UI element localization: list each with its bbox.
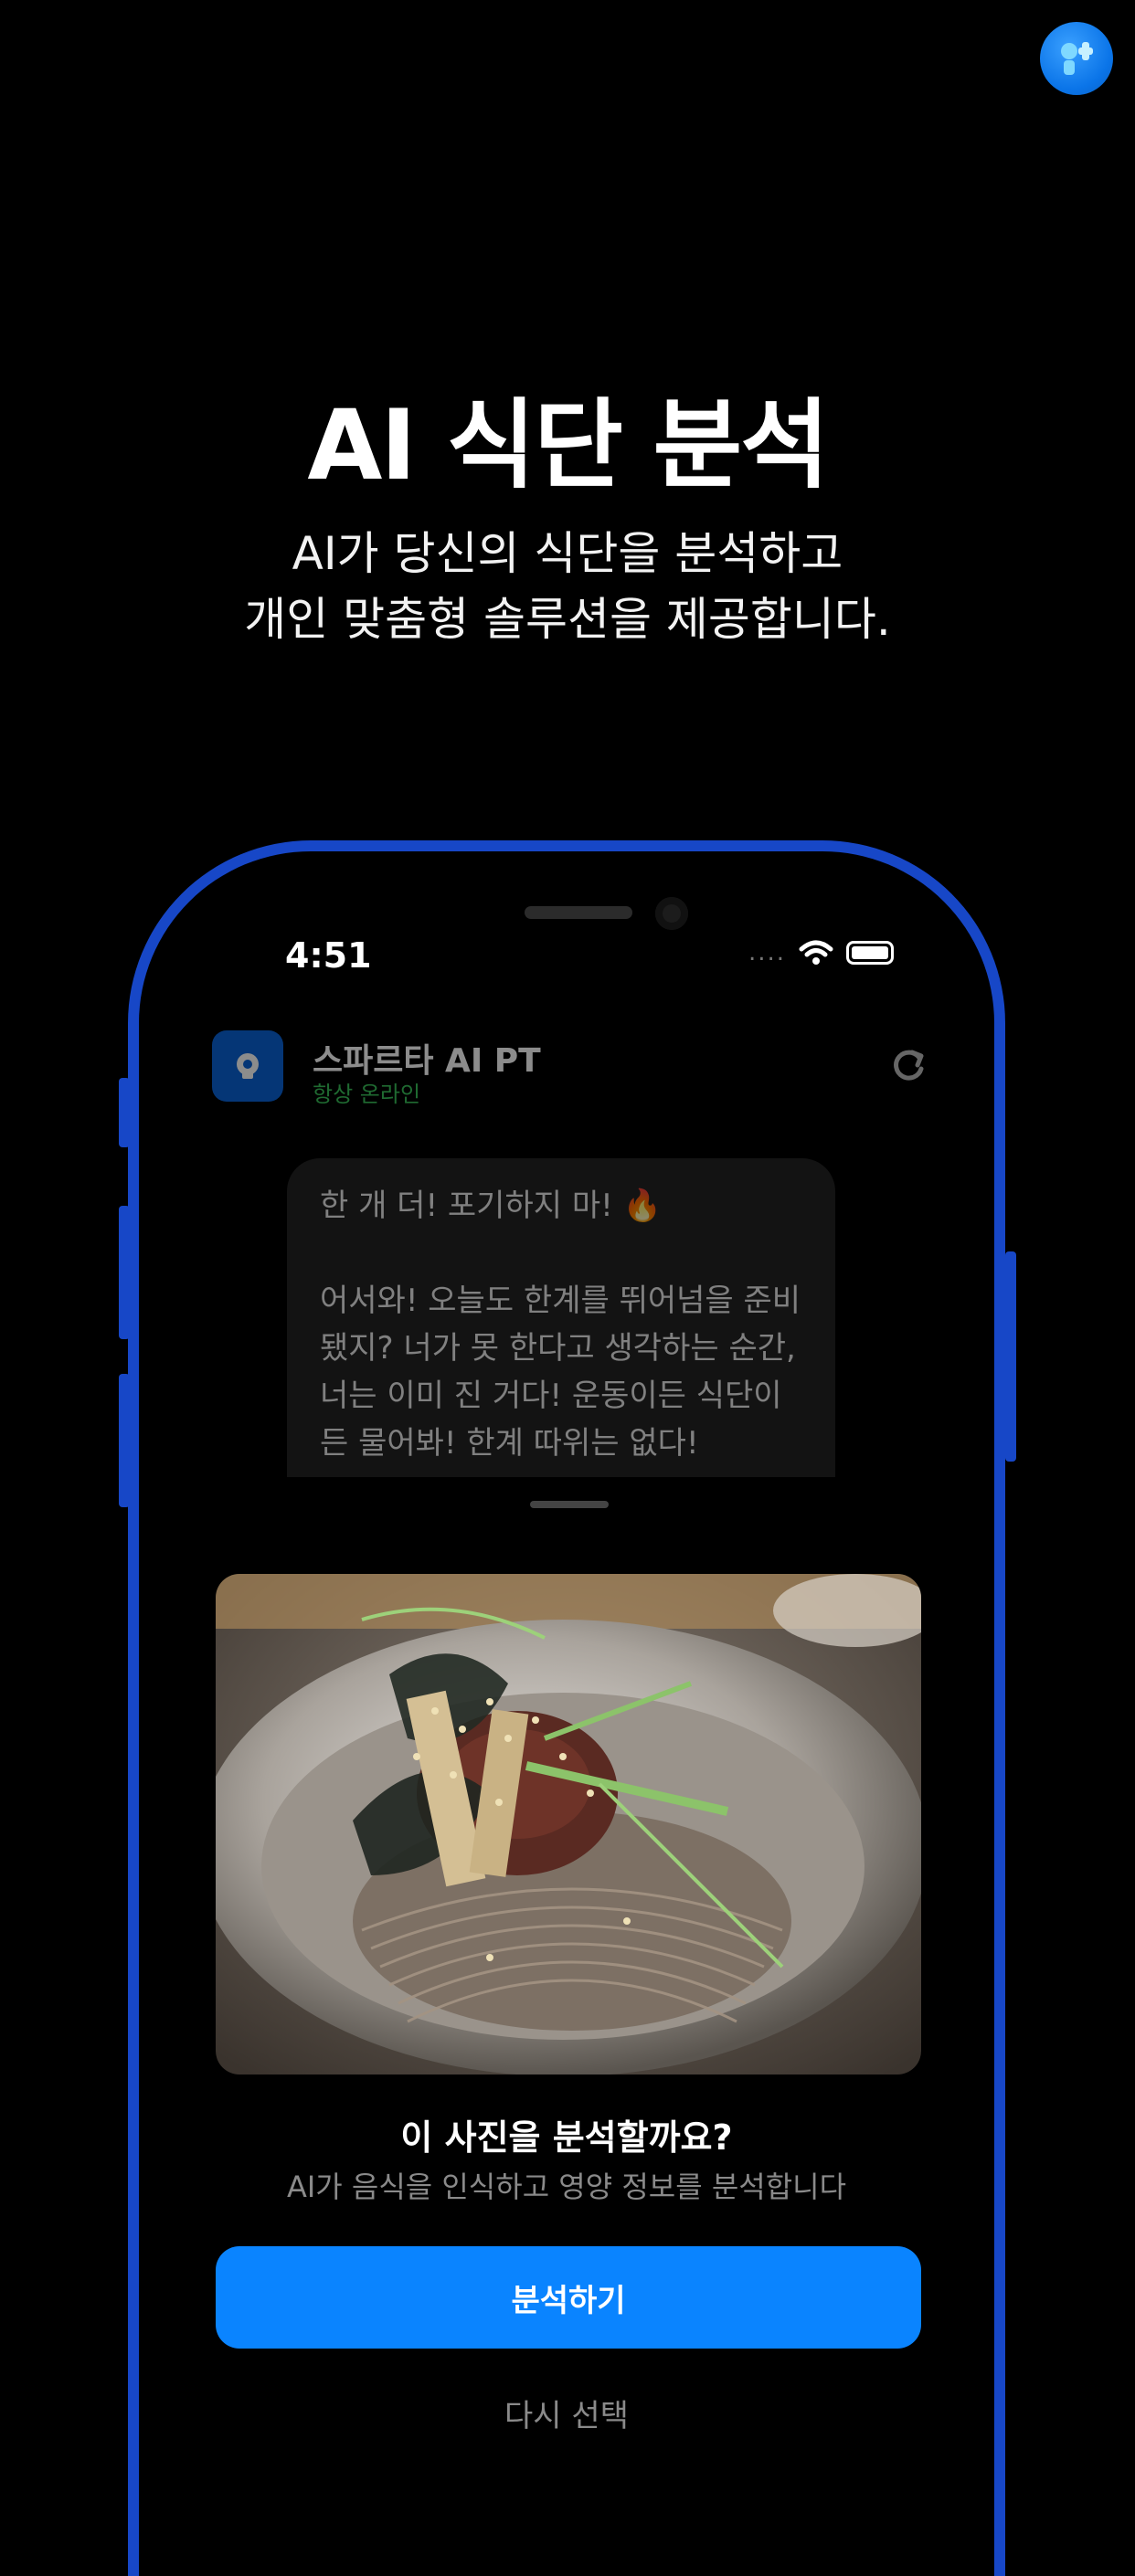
analyze-button[interactable]: 분석하기: [216, 2246, 921, 2349]
signal-icon: ....: [748, 939, 786, 966]
wifi-icon: [799, 940, 833, 965]
message-line: 든 물어봐! 한계 따위는 없다!: [320, 1425, 699, 1462]
reselect-button[interactable]: 다시 선택: [139, 2391, 994, 2435]
app-logo-icon: [1040, 22, 1113, 95]
battery-icon: [846, 941, 894, 965]
camera-icon: [655, 897, 688, 930]
message-line: 됐지? 너가 못 한다고 생각하는 순간,: [320, 1330, 796, 1367]
sheet-grabber[interactable]: [530, 1501, 609, 1508]
speaker-bar: [525, 906, 632, 919]
message-line: 어서와! 오늘도 한계를 뛰어넘을 준비: [320, 1283, 801, 1319]
hero-title: AI 식단 분석: [307, 389, 829, 501]
status-time: 4:51: [285, 935, 372, 976]
refresh-icon[interactable]: [888, 1045, 928, 1085]
status-icons: ....: [748, 939, 894, 966]
hero-subtitle-line1: AI가 당신의 식단을 분석하고: [292, 527, 843, 580]
brain-icon: [237, 1053, 259, 1079]
chat-title: 스파르타 AI PT: [313, 1042, 541, 1080]
message-line: 한 개 더! 포기하지 마! 🔥: [320, 1188, 662, 1224]
online-status: 항상 온라인: [313, 1082, 421, 1107]
chat-message-bubble: 한 개 더! 포기하지 마! 🔥 어서와! 오늘도 한계를 뛰어넘을 준비 됐지…: [287, 1158, 835, 1478]
food-photo: [216, 1574, 921, 2075]
message-line: 너는 이미 진 거다! 운동이든 식단이: [320, 1378, 782, 1414]
hero-subtitle: AI가 당신의 식단을 분석하고 개인 맞춤형 솔루션을 제공합니다.: [0, 521, 1135, 652]
sheet-subtitle: AI가 음식을 인식하고 영양 정보를 분석합니다: [286, 2170, 847, 2204]
hero-subtitle-line2: 개인 맞춤형 솔루션을 제공합니다.: [244, 593, 891, 646]
phone-power-button: [1005, 1251, 1016, 1462]
sheet-title: 이 사진을 분석할까요?: [400, 2117, 733, 2158]
phone-frame: 4:51 .... 스파르타 AI PT 항상 온라인 한 개 더! 포기하지 …: [128, 840, 1005, 2576]
ai-avatar: [212, 1030, 283, 1102]
analyze-photo-sheet: 이 사진을 분석할까요? AI가 음식을 인식하고 영양 정보를 분석합니다 분…: [139, 1477, 994, 2576]
